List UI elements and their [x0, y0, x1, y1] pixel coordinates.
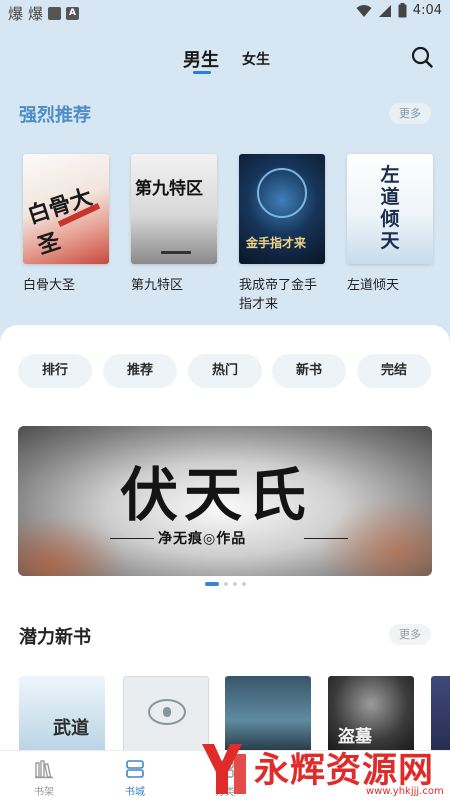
banner-divider [110, 538, 154, 539]
notification-square-icon [48, 7, 62, 20]
tab-male[interactable]: 男生 [183, 46, 219, 72]
book-title[interactable]: 白骨大圣 [23, 276, 113, 295]
category-chips: 排行 推荐 热门 新书 完结 [0, 354, 450, 388]
book-cover[interactable]: 第九特区 [131, 154, 217, 264]
banner-pagination [205, 582, 246, 586]
banner-decoration [318, 496, 432, 576]
bookshelf-icon [35, 760, 53, 779]
chip-recommend[interactable]: 推荐 [103, 354, 177, 388]
promo-banner[interactable]: 伏天氏 净无痕◎作品 [18, 426, 432, 576]
cover-title: 第九特区 [135, 179, 203, 199]
chip-new[interactable]: 新书 [272, 354, 346, 388]
banner-author: 净无痕◎作品 [158, 531, 247, 547]
potential-more-button[interactable]: 更多 [389, 624, 431, 645]
book-card[interactable]: 金手指才来 我成帝了金手指才来 [239, 154, 325, 314]
bookstore-icon [126, 760, 144, 778]
nav-label: 书架 [34, 787, 54, 798]
header: 男生 女生 [0, 40, 450, 80]
notification-icon: 爆 [28, 5, 44, 23]
notification-icon: 爆 [8, 5, 24, 23]
nav-bookshelf[interactable]: 书架 [9, 751, 79, 801]
banner-title: 伏天氏 [120, 461, 313, 529]
tab-active-indicator [193, 71, 211, 74]
signal-icon [378, 4, 391, 17]
battery-icon [398, 3, 407, 18]
banner-divider [304, 538, 348, 539]
recommended-more-button[interactable]: 更多 [389, 103, 431, 124]
page-dot[interactable] [242, 582, 246, 586]
book-cover[interactable]: 白骨大圣 [23, 154, 109, 264]
cover-decoration [163, 707, 171, 717]
chip-hot[interactable]: 热门 [188, 354, 262, 388]
recommended-title: 强烈推荐 [19, 105, 91, 126]
book-cover[interactable]: 左道倾天 [347, 154, 433, 264]
notification-a-icon: A [66, 7, 80, 20]
chip-ranking[interactable]: 排行 [18, 354, 92, 388]
status-system: 4:04 [356, 3, 442, 18]
search-icon[interactable] [410, 45, 434, 69]
potential-title: 潜力新书 [19, 627, 91, 648]
book-title[interactable]: 我成帝了金手指才来 [239, 276, 329, 314]
book-cover[interactable]: 武道 [19, 676, 105, 756]
book-card[interactable]: 白骨大圣 白骨大圣 [23, 154, 109, 295]
cover-decoration [257, 168, 307, 218]
banner-decoration [18, 516, 128, 576]
recommended-books: 白骨大圣 白骨大圣 第九特区 第九特区 金手指才来 我成帝了金手指才来 左道倾天… [0, 154, 450, 314]
chip-finished[interactable]: 完结 [357, 354, 431, 388]
book-title[interactable]: 第九特区 [131, 276, 221, 295]
status-notifications: 爆 爆 A [8, 3, 80, 24]
page-dot[interactable] [224, 582, 228, 586]
status-bar: 爆 爆 A 4:04 [0, 0, 450, 24]
nav-bookstore[interactable]: 书城 [100, 751, 170, 801]
watermark: 永辉资源网 www.yhkjjj.com [196, 734, 450, 801]
book-cover[interactable]: 金手指才来 [239, 154, 325, 264]
wifi-icon [356, 4, 372, 17]
clock: 4:04 [412, 3, 442, 18]
cover-title: 金手指才来 [246, 236, 307, 250]
watermark-logo-icon [202, 744, 246, 794]
book-card[interactable]: 第九特区 第九特区 [131, 154, 217, 295]
cover-decoration [161, 230, 191, 254]
watermark-url: www.yhkjjj.com [366, 786, 444, 797]
page-dot-active[interactable] [205, 582, 219, 586]
cover-title: 武道 [53, 718, 89, 739]
tab-female[interactable]: 女生 [242, 49, 270, 69]
book-card[interactable]: 左道倾天 左道倾天 [347, 154, 433, 295]
cover-title: 左道倾天 [380, 164, 400, 252]
page-dot[interactable] [233, 582, 237, 586]
book-title[interactable]: 左道倾天 [347, 276, 437, 295]
nav-label: 书城 [125, 787, 145, 798]
